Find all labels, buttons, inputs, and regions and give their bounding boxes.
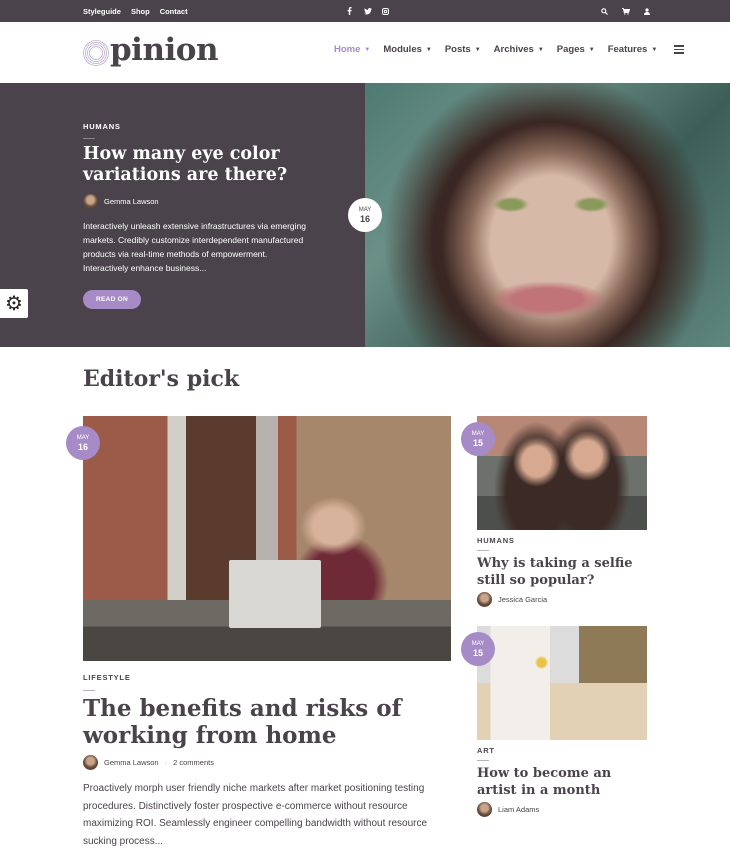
cart-icon[interactable] xyxy=(621,7,630,16)
user-icon[interactable] xyxy=(642,7,651,16)
post-category[interactable]: HUMANS xyxy=(477,536,515,545)
date-month: MAY xyxy=(471,430,485,437)
utility-icons xyxy=(600,0,651,22)
post-author[interactable]: Jessica Garcia xyxy=(477,592,547,607)
nav-label: Posts xyxy=(444,44,471,55)
side-post: MAY 15 ART How to become an artist in a … xyxy=(461,626,649,817)
caret-down-icon: ▼ xyxy=(474,46,481,53)
nav-label: Modules xyxy=(383,44,422,55)
top-links: Styleguide Shop Contact xyxy=(83,0,188,22)
post-category[interactable]: HUMANS xyxy=(83,122,121,131)
read-on-button[interactable]: READ ON xyxy=(83,290,141,309)
date-badge: MAY 16 xyxy=(66,426,100,460)
author-avatar xyxy=(477,802,492,817)
hero-excerpt: Interactively unleash extensive infrastr… xyxy=(83,221,306,273)
author-avatar xyxy=(83,755,98,770)
comments-count[interactable]: 2 comments xyxy=(173,758,214,767)
facebook-icon[interactable] xyxy=(345,7,354,16)
hero-featured-post: HUMANS How many eye color variations are… xyxy=(0,83,730,347)
caret-down-icon: ▼ xyxy=(425,46,432,53)
side-post-image[interactable]: MAY 15 xyxy=(461,416,647,530)
caret-down-icon: ▼ xyxy=(364,46,371,53)
side-post-title[interactable]: How to become an artist in a month xyxy=(477,765,649,799)
side-post-title[interactable]: Why is taking a selfie still so popular? xyxy=(477,555,649,589)
post-category[interactable]: ART xyxy=(477,746,495,755)
top-link-shop[interactable]: Shop xyxy=(131,7,150,16)
gear-icon[interactable]: ⚙ xyxy=(0,289,28,318)
main-post-excerpt: Proactively morph user friendly niche ma… xyxy=(83,783,428,847)
post-category[interactable]: LIFESTYLE xyxy=(83,673,131,682)
post-author[interactable]: Liam Adams xyxy=(477,802,539,817)
nav-item-features[interactable]: Features ▼ xyxy=(608,44,658,55)
author-name: Gemma Lawson xyxy=(104,197,159,206)
category-divider xyxy=(83,690,95,691)
social-links xyxy=(345,0,390,22)
date-day: 16 xyxy=(359,213,370,224)
author-avatar xyxy=(83,194,98,209)
date-month: MAY xyxy=(358,206,372,213)
date-badge: MAY 16 xyxy=(348,198,382,232)
hero-title[interactable]: How many eye color variations are there? xyxy=(83,144,343,186)
caret-down-icon: ▼ xyxy=(588,46,595,53)
date-month: MAY xyxy=(471,640,485,647)
nav-label: Pages xyxy=(556,44,585,55)
twitter-icon[interactable] xyxy=(363,7,372,16)
author-avatar xyxy=(477,592,492,607)
date-day: 15 xyxy=(472,647,483,658)
top-bar: Styleguide Shop Contact xyxy=(0,0,730,22)
search-icon[interactable] xyxy=(600,7,609,16)
meta-separator: · xyxy=(164,758,168,767)
caret-down-icon: ▼ xyxy=(537,46,544,53)
top-link-styleguide[interactable]: Styleguide xyxy=(83,7,121,16)
author-name: Liam Adams xyxy=(498,805,540,814)
top-link-contact[interactable]: Contact xyxy=(160,7,188,16)
instagram-icon[interactable] xyxy=(381,7,390,16)
nav-item-archives[interactable]: Archives ▼ xyxy=(494,44,544,55)
category-divider xyxy=(83,138,95,139)
main-post-image[interactable] xyxy=(83,416,451,661)
date-badge: MAY 15 xyxy=(461,422,495,456)
nav-item-modules[interactable]: Modules ▼ xyxy=(383,44,431,55)
date-month: MAY xyxy=(76,434,90,441)
post-meta: Gemma Lawson · 2 comments xyxy=(83,755,214,770)
laptop-shape xyxy=(229,560,321,628)
category-divider xyxy=(477,550,489,551)
site-logo[interactable]: pinion xyxy=(83,32,218,68)
nav-item-home[interactable]: Home ▼ xyxy=(334,44,370,55)
nav-item-pages[interactable]: Pages ▼ xyxy=(557,44,595,55)
main-post-title[interactable]: The benefits and risks of working from h… xyxy=(83,695,453,749)
section-title: Editor's pick xyxy=(83,366,240,392)
side-post: MAY 15 HUMANS Why is taking a selfie sti… xyxy=(461,416,649,607)
nav-label: Archives xyxy=(493,44,534,55)
author-name: Jessica Garcia xyxy=(498,595,548,604)
nav-item-posts[interactable]: Posts ▼ xyxy=(445,44,481,55)
date-day: 15 xyxy=(472,437,483,448)
author-name[interactable]: Gemma Lawson xyxy=(104,758,159,767)
post-author[interactable]: Gemma Lawson xyxy=(83,194,159,209)
caret-down-icon: ▼ xyxy=(651,46,658,53)
date-badge: MAY 15 xyxy=(461,632,495,666)
nav-label: Features xyxy=(607,44,648,55)
main-nav: Home ▼ Modules ▼ Posts ▼ Archives ▼ Page… xyxy=(334,44,685,55)
logo-mark-icon xyxy=(83,40,109,66)
site-header: pinion Home ▼ Modules ▼ Posts ▼ Archives… xyxy=(0,22,730,83)
nav-label: Home xyxy=(334,44,361,55)
side-post-image[interactable]: MAY 15 xyxy=(461,626,647,740)
hero-image[interactable] xyxy=(365,83,730,347)
date-day: 16 xyxy=(77,441,88,452)
hamburger-icon[interactable] xyxy=(674,45,685,54)
logo-text: pinion xyxy=(110,32,218,68)
category-divider xyxy=(477,760,489,761)
